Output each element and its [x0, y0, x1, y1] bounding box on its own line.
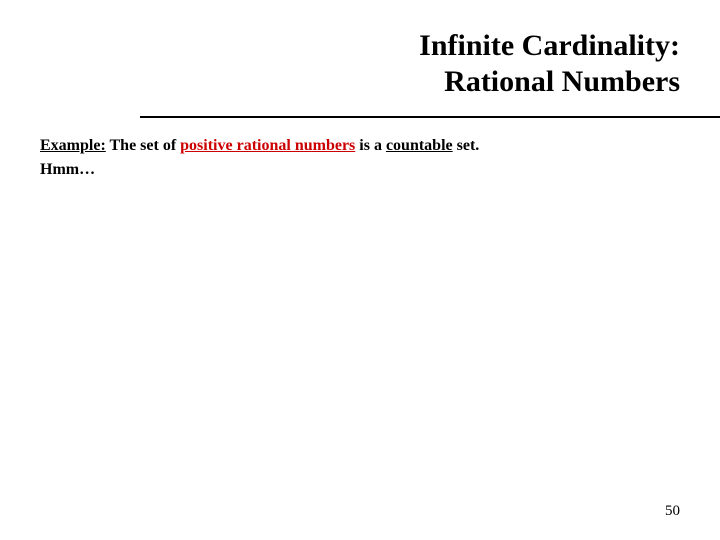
emphasis-2: countable	[386, 137, 453, 154]
text-segment-1: The set of	[106, 137, 180, 154]
emphasis-1: positive rational numbers	[180, 137, 355, 154]
slide-title: Infinite Cardinality: Rational Numbers	[0, 28, 720, 100]
example-line: Example: The set of positive rational nu…	[40, 134, 680, 158]
title-line-1: Infinite Cardinality:	[0, 28, 680, 64]
hmm-line: Hmm…	[40, 158, 680, 182]
text-segment-2: is a	[355, 137, 386, 154]
slide-container: Infinite Cardinality: Rational Numbers E…	[0, 0, 720, 540]
title-line-2: Rational Numbers	[0, 64, 680, 100]
text-segment-3: set.	[453, 137, 480, 154]
content-area: Example: The set of positive rational nu…	[0, 118, 720, 182]
example-label: Example:	[40, 137, 106, 154]
page-number: 50	[665, 503, 680, 520]
